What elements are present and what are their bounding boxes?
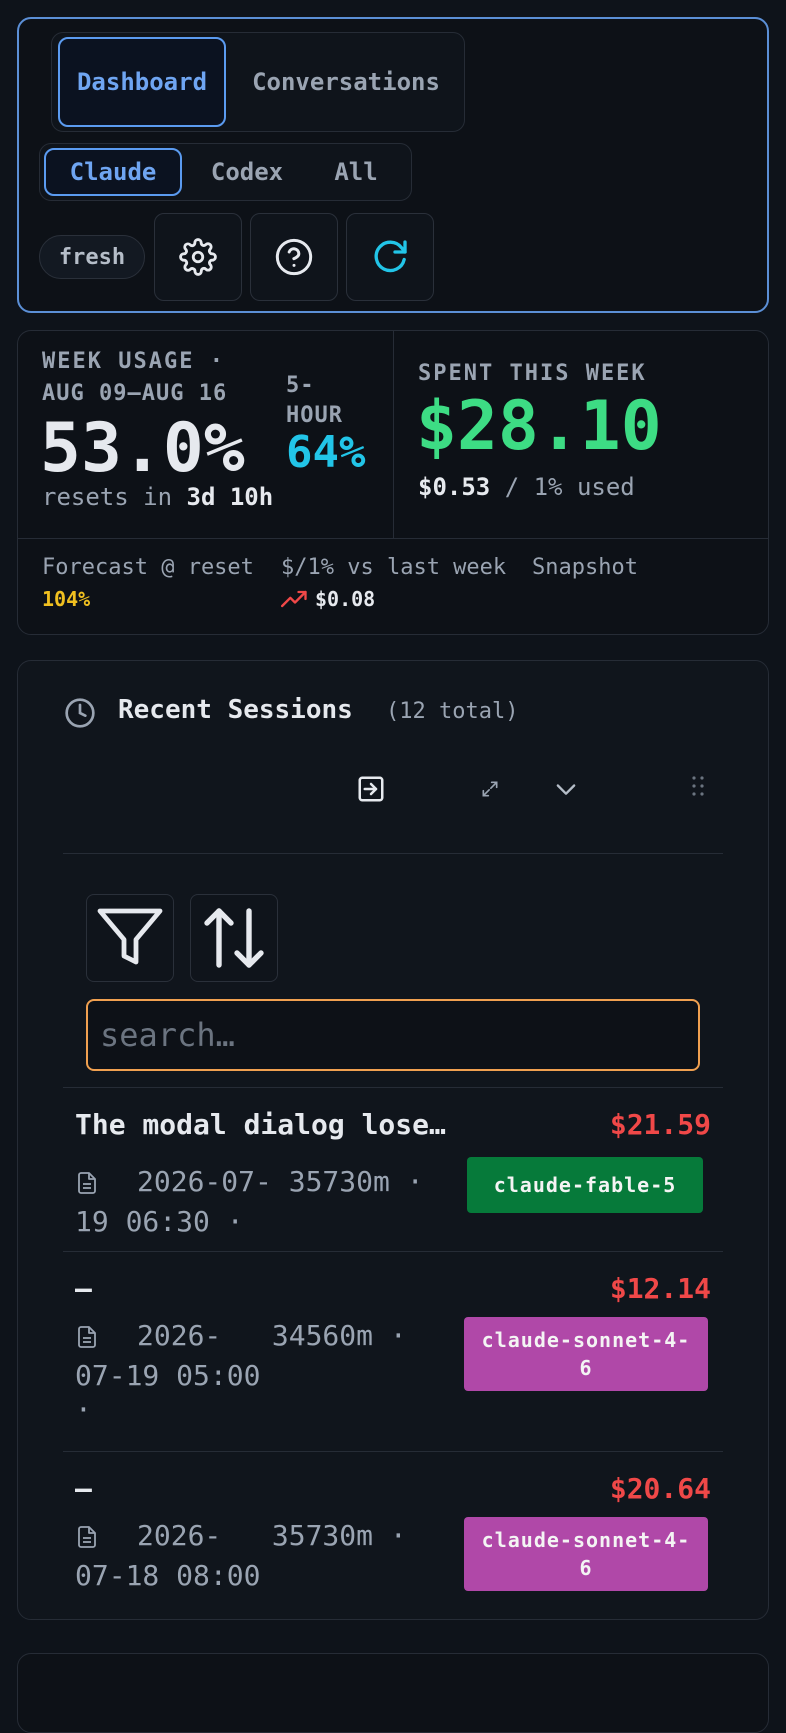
forecast-value: 104%: [42, 587, 91, 611]
provider-claude[interactable]: Claude: [44, 148, 182, 196]
trending-up-icon: [281, 590, 307, 608]
table-row[interactable]: The modal dialog lose… $21.59 2026-07- 3…: [63, 1088, 723, 1251]
five-hour-label-2: HOUR: [286, 403, 343, 428]
per-percent-suffix: / 1% used: [504, 473, 635, 501]
sort-icon: [204, 908, 264, 968]
sessions-title: Recent Sessions: [118, 695, 353, 725]
help-circle-icon: [275, 238, 313, 276]
export-icon[interactable]: [356, 774, 386, 804]
session-meta-line-1: 2026- 34560m ·: [137, 1319, 407, 1352]
sort-button[interactable]: [190, 894, 278, 982]
clock-icon: [65, 698, 95, 728]
week-usage-label: WEEK USAGE ·: [42, 349, 225, 374]
help-button[interactable]: [250, 213, 338, 301]
freshness-badge: fresh: [39, 235, 145, 279]
week-percent: 53.0%: [40, 409, 245, 488]
sessions-count: (12 total): [386, 699, 519, 724]
spent-value: $28.10: [416, 387, 662, 466]
model-badge: claude-fable-5: [467, 1157, 703, 1213]
forecast-label: Forecast @ reset: [42, 555, 254, 580]
session-meta-line-1: 2026-07- 35730m ·: [137, 1165, 424, 1198]
expand-icon[interactable]: [480, 779, 500, 799]
refresh-button[interactable]: [346, 213, 434, 301]
compare-label: $/1% vs last week: [281, 555, 507, 580]
view-switcher: Dashboard Conversations: [51, 32, 465, 132]
per-percent-value: $0.53: [418, 473, 491, 501]
session-meta-line-3: ·: [75, 1393, 92, 1426]
per-percent-text: $0.53 / 1% used: [418, 473, 635, 501]
resets-prefix: resets in: [42, 483, 173, 511]
gear-icon: [179, 238, 217, 276]
drag-handle-icon[interactable]: [691, 775, 705, 797]
session-meta-line-1: 2026- 35730m ·: [137, 1519, 407, 1552]
search-input[interactable]: [86, 999, 700, 1071]
divider: [18, 538, 768, 539]
session-title: —: [75, 1472, 92, 1505]
snapshot-link[interactable]: Snapshot: [532, 555, 638, 580]
model-badge: claude-sonnet-4-6: [464, 1317, 708, 1391]
session-cost: $20.64: [609, 1472, 711, 1505]
provider-switcher: Claude Codex All: [39, 143, 412, 201]
session-meta-line-2: 19 06:30 ·: [75, 1205, 244, 1238]
tab-dashboard[interactable]: Dashboard: [58, 37, 226, 127]
compare-value: $0.08: [315, 587, 376, 611]
session-title: The modal dialog lose…: [75, 1108, 446, 1141]
provider-all[interactable]: All: [306, 148, 406, 196]
five-hour-percent: 64%: [286, 427, 366, 478]
tab-conversations[interactable]: Conversations: [232, 37, 460, 127]
settings-button[interactable]: [154, 213, 242, 301]
next-card: [17, 1653, 769, 1733]
chevron-down-icon[interactable]: [552, 775, 580, 803]
resets-text: resets in 3d 10h: [42, 483, 273, 511]
recent-sessions-card: Recent Sessions (12 total) The modal dia…: [17, 660, 769, 1620]
provider-codex[interactable]: Codex: [188, 148, 306, 196]
divider: [393, 331, 394, 538]
resets-value: 3d 10h: [186, 483, 274, 511]
refresh-icon: [374, 240, 407, 273]
week-range-label: AUG 09–AUG 16: [42, 381, 228, 406]
model-badge: claude-sonnet-4-6: [464, 1517, 708, 1591]
session-cost: $12.14: [609, 1272, 711, 1305]
header-card: Dashboard Conversations Claude Codex All…: [17, 17, 769, 313]
session-meta-line-2: 07-19 05:00: [75, 1359, 261, 1392]
session-title: —: [75, 1272, 92, 1305]
filter-button[interactable]: [86, 894, 174, 982]
five-hour-label: 5-: [286, 373, 315, 398]
usage-card: WEEK USAGE · AUG 09–AUG 16 53.0% resets …: [17, 330, 769, 635]
session-cost: $21.59: [609, 1108, 711, 1141]
divider: [63, 853, 723, 854]
session-meta-line-2: 07-18 08:00: [75, 1559, 261, 1592]
spent-label: SPENT THIS WEEK: [418, 361, 647, 386]
filter-icon: [97, 908, 163, 965]
compare-row: $0.08: [281, 587, 375, 611]
